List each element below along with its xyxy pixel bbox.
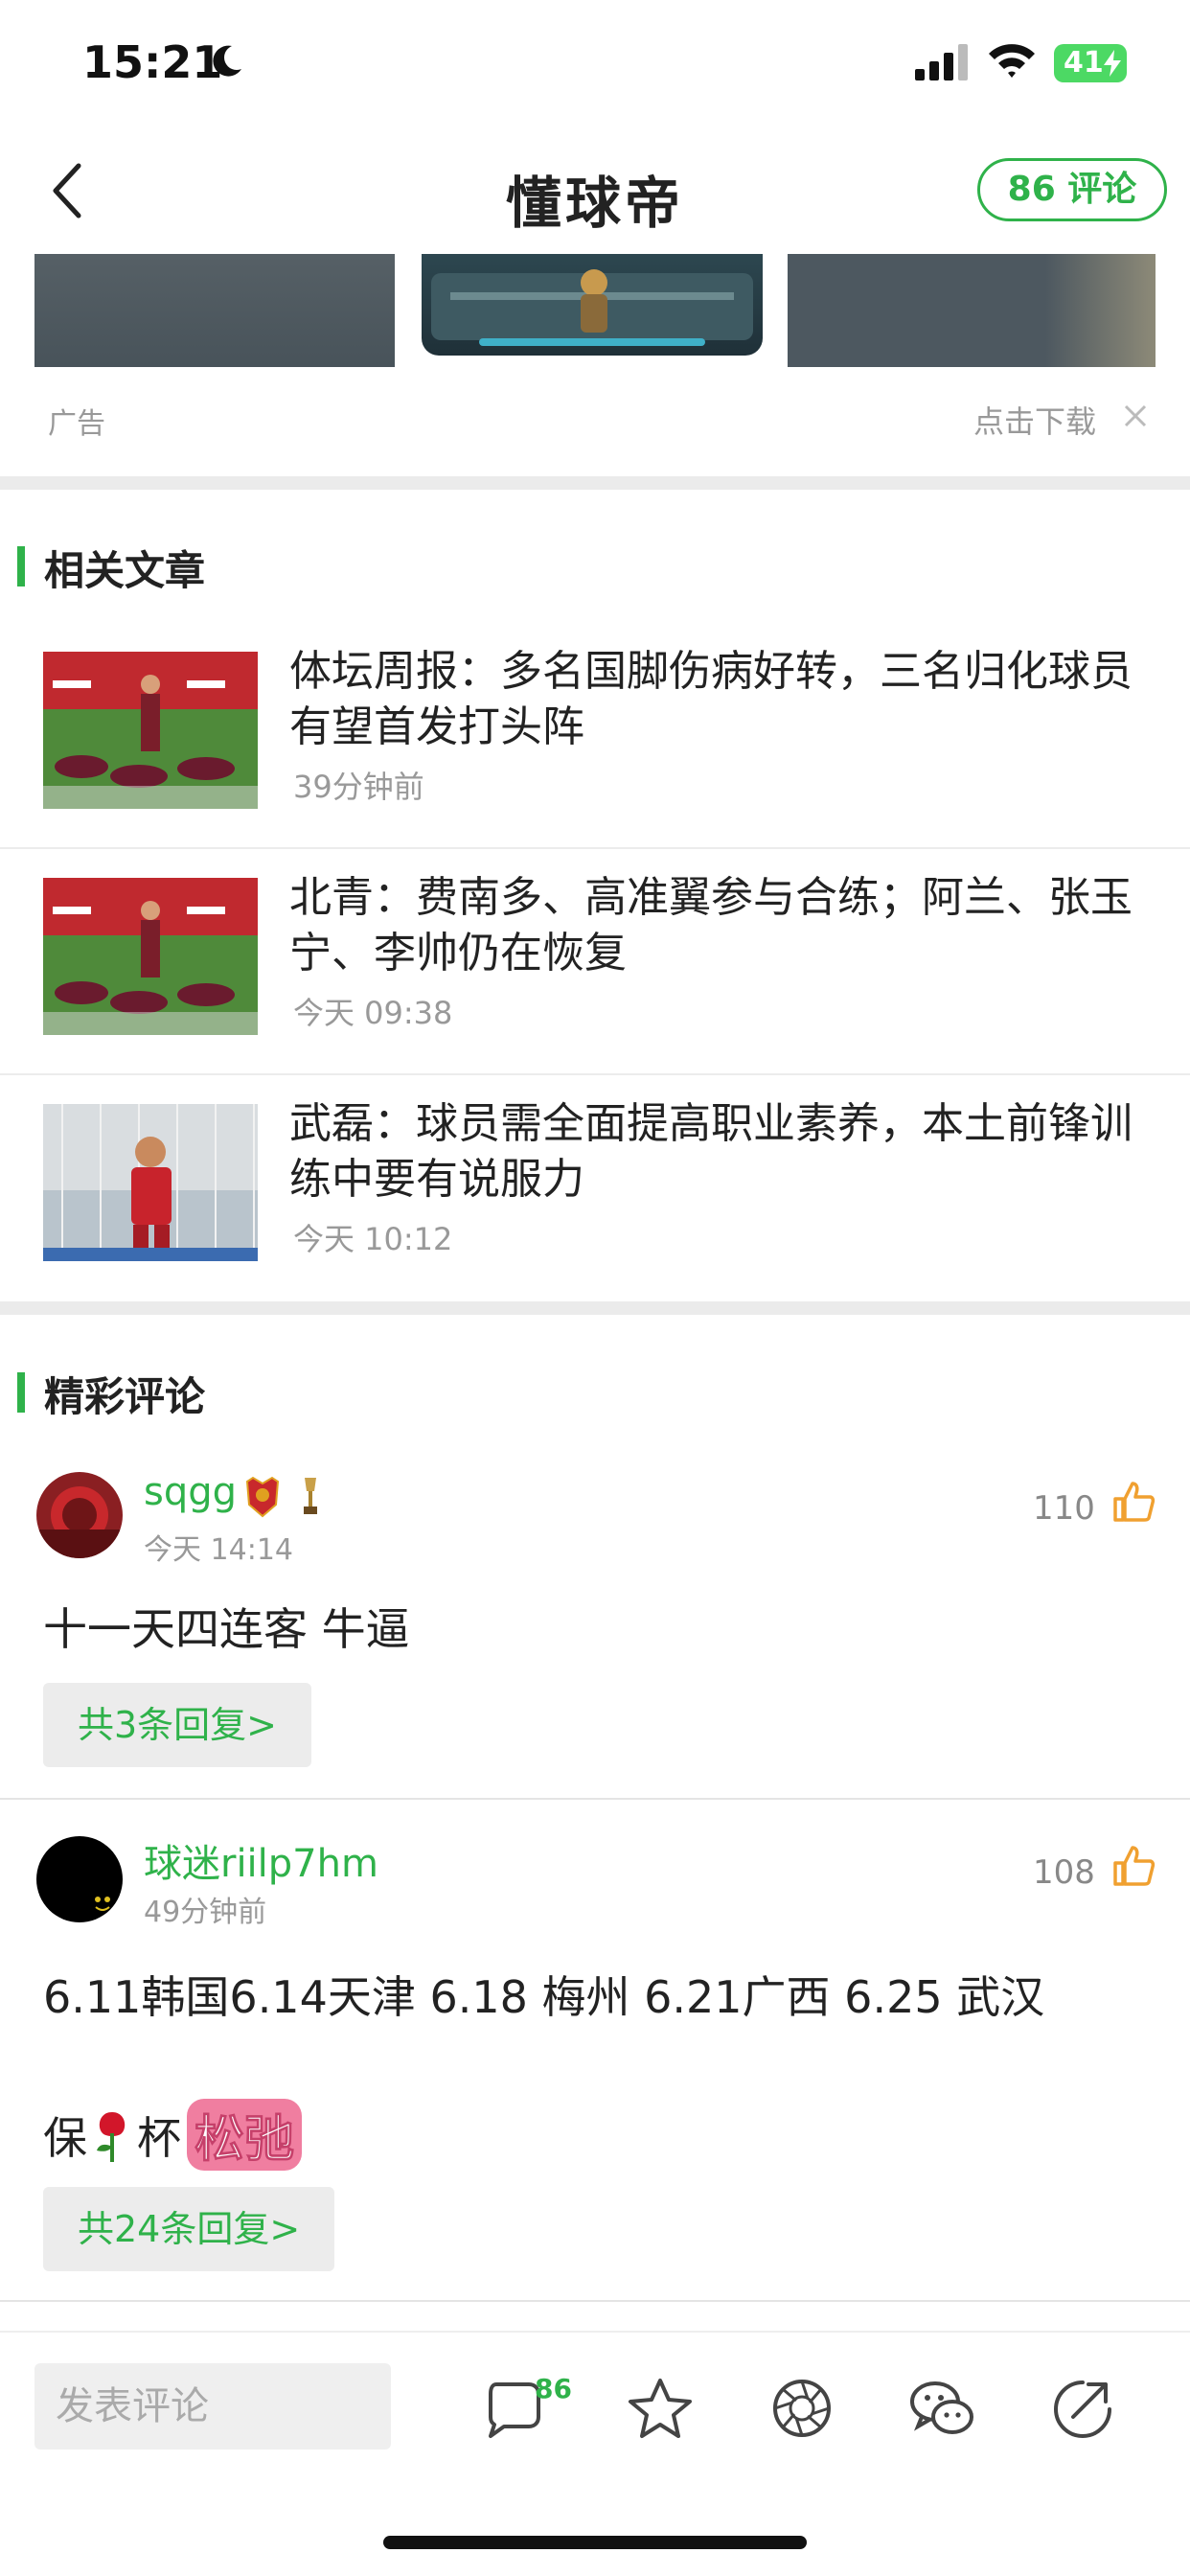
avatar[interactable] [36,1472,123,1558]
ad-image-right [788,254,1156,367]
article-title: 武磊：球员需全面提高职业素养，本土前锋训练中要有说服力 [289,1099,1133,1204]
article-time: 今天 09:38 [293,995,453,1031]
comment-username[interactable]: sqgg [144,1470,237,1514]
moon-icon [213,45,241,77]
article-title: 体坛周报：多名国脚伤病好转，三名归化球员有望首发打头阵 [289,647,1133,751]
related-heading: 相关文章 [44,547,206,594]
comment-input[interactable]: 发表评论 [34,2363,391,2450]
comment-count-button[interactable]: 86 评论 [977,158,1167,221]
battery-icon: 41 [1054,44,1127,82]
club-badge-icon [245,1476,280,1518]
related-article[interactable]: 体坛周报：多名国脚伤病好转，三名归化球员有望首发打头阵 39分钟前 [0,623,1190,849]
star-icon[interactable] [627,2377,694,2440]
moments-icon[interactable] [768,2377,835,2440]
section-accent-bar [17,546,25,586]
avatar[interactable] [36,1836,123,1922]
section-divider [0,476,1190,490]
article-thumbnail [43,878,258,1035]
like-count: 110 [1033,1489,1095,1528]
ad-banner[interactable]: 广告 点击下载 [0,254,1190,476]
comment-item: sqgg 今天 14:14 110 十一天四连客 牛逼 共3条回复> [0,1447,1190,1800]
related-article[interactable]: 武磊：球员需全面提高职业素养，本土前锋训练中要有说服力 今天 10:12 [0,1075,1190,1301]
battery-level: 41 [1064,46,1104,80]
comment-time: 今天 14:14 [144,1533,293,1567]
status-time: 15:21 [82,36,223,88]
thumb-up-icon[interactable] [1111,1480,1156,1524]
comment-text: 十一天四连客 牛逼 [43,1603,410,1655]
wifi-icon [989,44,1035,78]
comments-heading: 精彩评论 [44,1373,206,1420]
sticker-text: 松弛 [187,2099,303,2171]
comment-text-mid: 杯 [137,2111,181,2164]
ad-game-art [431,269,753,346]
comment-divider [0,2300,1190,2302]
article-title: 北青：费南多、高准翼参与合练；阿兰、张玉宁、李帅仍在恢复 [289,873,1133,978]
ad-image-left [34,254,395,367]
share-icon[interactable] [1050,2377,1117,2440]
comment-item: 球迷riilp7hm 49分钟前 108 6.11韩国6.14天津 6.18 梅… [0,1811,1190,2310]
home-indicator[interactable] [383,2536,807,2549]
comment-time: 49分钟前 [144,1896,267,1929]
status-bar: 15:21 41 [0,0,1190,129]
view-replies-button[interactable]: 共3条回复> [43,1683,312,1767]
view-replies-button[interactable]: 共24条回复> [43,2187,335,2271]
comment-text: 6.11韩国6.14天津 6.18 梅州 6.21广西 6.25 武汉 [43,1971,1045,2023]
comment-divider [0,1798,1190,1800]
nav-bar: 懂球帝 86 评论 [0,129,1190,254]
comment-username[interactable]: 球迷riilp7hm [144,1832,378,1888]
comment-count-badge: 86 [535,2373,572,2404]
bottom-action-bar: 发表评论 86 [0,2331,1190,2576]
ad-image-center [422,254,763,356]
section-accent-bar [17,1372,25,1413]
ad-download-link[interactable]: 点击下载 [973,398,1096,442]
bolt-icon [1104,50,1121,77]
like-count: 108 [1033,1853,1095,1892]
close-icon[interactable] [1123,403,1148,428]
related-article[interactable]: 北青：费南多、高准翼参与合练；阿兰、张玉宁、李帅仍在恢复 今天 09:38 [0,849,1190,1075]
rose-emoji-icon [97,2111,126,2162]
ad-label: 广告 [48,407,105,441]
comment-text-line2: 保 杯 松弛 [43,2099,303,2171]
article-time: 今天 10:12 [293,1221,453,1257]
section-divider [0,1301,1190,1315]
article-thumbnail [43,652,258,809]
thumb-up-icon[interactable] [1111,1844,1156,1888]
article-thumbnail [43,1104,258,1261]
signal-icon [915,44,968,80]
article-time: 39分钟前 [293,769,424,805]
wechat-icon[interactable] [908,2377,975,2440]
comment-text-prefix: 保 [43,2111,87,2164]
trophy-icon [304,1478,317,1514]
